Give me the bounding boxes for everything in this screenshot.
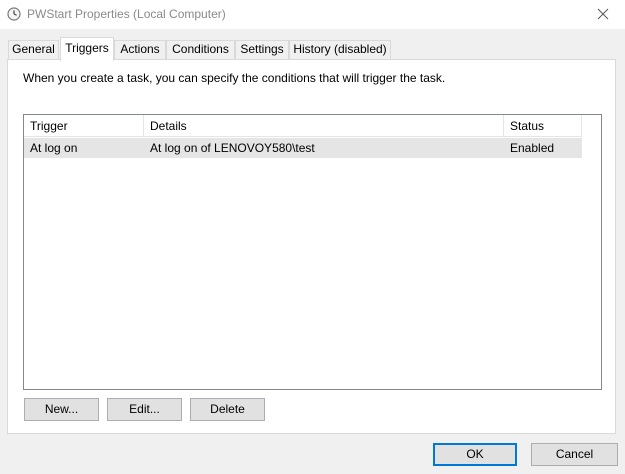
tab-actions[interactable]: Actions	[114, 40, 166, 59]
triggers-list[interactable]: Trigger Details Status At log on At log …	[23, 114, 602, 390]
delete-trigger-button[interactable]: Delete	[190, 398, 265, 421]
column-header-trigger[interactable]: Trigger	[24, 115, 144, 137]
details-cell: At log on of LENOVOY580\test	[150, 141, 315, 155]
edit-trigger-button[interactable]: Edit...	[107, 398, 182, 421]
triggers-description: When you create a task, you can specify …	[23, 71, 446, 85]
tab-history[interactable]: History (disabled)	[289, 40, 391, 59]
status-cell: Enabled	[510, 141, 555, 155]
triggers-panel: When you create a task, you can specify …	[7, 59, 616, 434]
close-icon	[597, 8, 609, 20]
tab-triggers[interactable]: Triggers	[60, 37, 114, 61]
title-bar: PWStart Properties (Local Computer)	[0, 0, 625, 29]
new-trigger-button[interactable]: New...	[24, 398, 99, 421]
tab-general[interactable]: General	[8, 40, 59, 59]
cancel-button[interactable]: Cancel	[531, 443, 618, 466]
clock-icon	[7, 7, 21, 21]
tab-conditions[interactable]: Conditions	[166, 40, 235, 59]
tab-settings[interactable]: Settings	[235, 40, 289, 59]
column-header-status[interactable]: Status	[504, 115, 582, 137]
close-button[interactable]	[585, 1, 621, 27]
ok-button[interactable]: OK	[433, 443, 517, 466]
column-header-details[interactable]: Details	[144, 115, 504, 137]
trigger-cell: At log on	[30, 141, 78, 155]
table-row[interactable]: At log on At log on of LENOVOY580\test E…	[24, 138, 582, 158]
window-title: PWStart Properties (Local Computer)	[27, 7, 226, 21]
